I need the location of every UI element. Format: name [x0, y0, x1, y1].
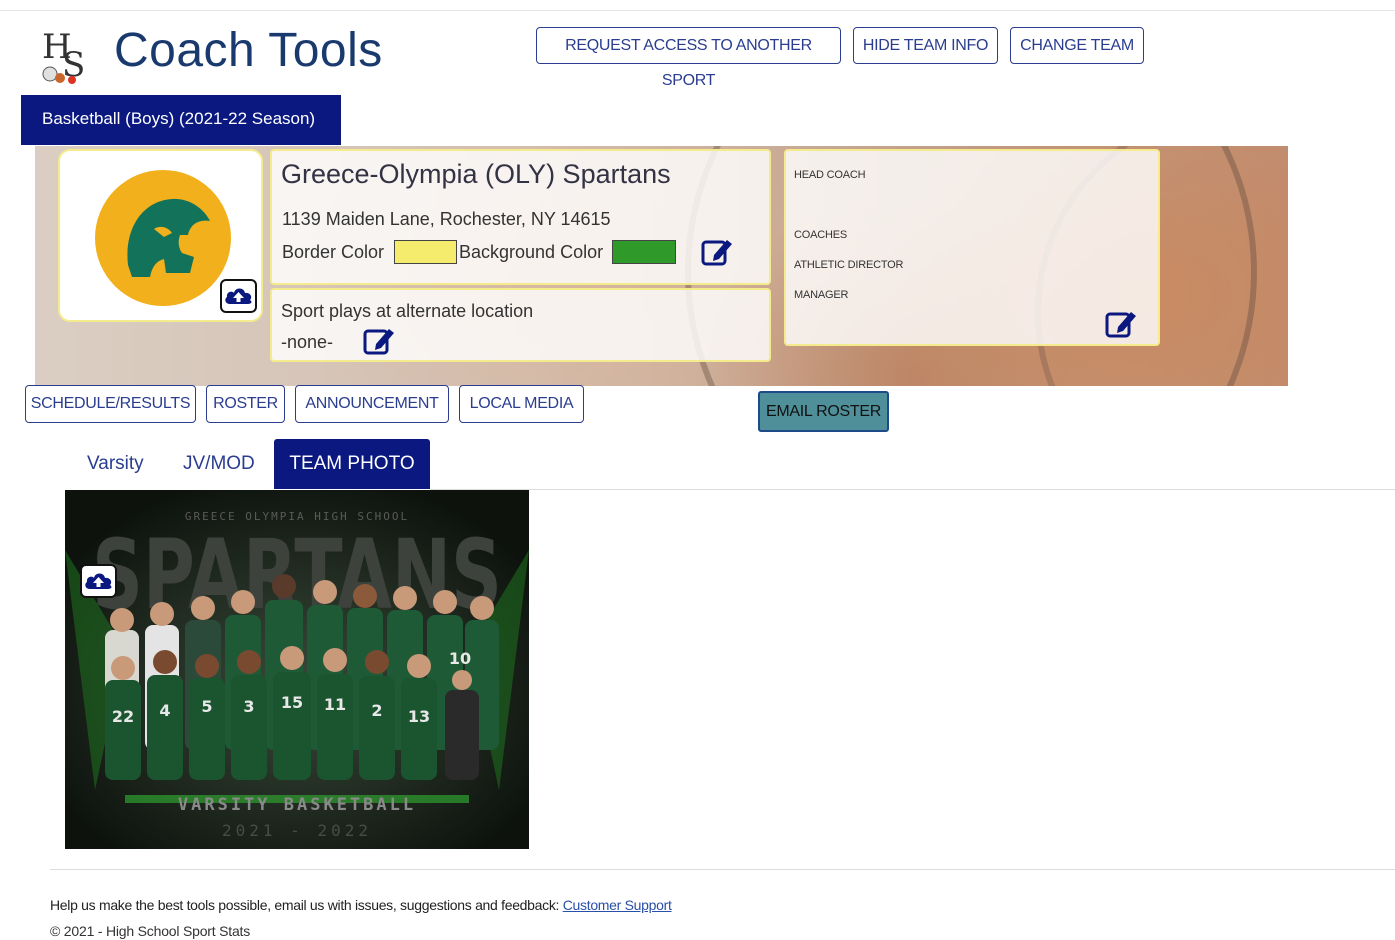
- photo-years: 2021 - 2022: [222, 821, 372, 840]
- app-title: Coach Tools: [114, 24, 383, 77]
- coaches-label: COACHES: [794, 229, 847, 241]
- tab-divider: [430, 489, 1395, 490]
- tab-jv-mod[interactable]: JV/MOD: [183, 439, 255, 489]
- email-roster-button[interactable]: EMAIL ROSTER: [758, 391, 889, 432]
- background-color-label: Background Color: [459, 242, 604, 262]
- team-colors-row: Border Color Background Color: [282, 240, 762, 266]
- tab-team-photo[interactable]: TEAM PHOTO: [274, 439, 430, 489]
- team-photo-graphic: GREECE OLYMPIA HIGH SCHOOL SPARTANS 22 4…: [65, 490, 529, 849]
- customer-support-link[interactable]: Customer Support: [563, 897, 672, 913]
- alternate-location-card: Sport plays at alternate location -none-: [270, 288, 771, 362]
- season-tab[interactable]: Basketball (Boys) (2021-22 Season): [21, 95, 341, 145]
- jersey-number: 22: [112, 707, 134, 726]
- team-name: Greece-Olympia (OLY) Spartans: [281, 159, 671, 189]
- edit-icon[interactable]: [700, 235, 734, 267]
- edit-icon[interactable]: [1104, 307, 1138, 339]
- hss-logo-icon: H S: [42, 27, 85, 84]
- alternate-location-value: -none-: [281, 332, 334, 352]
- jersey-number: 2: [371, 701, 382, 720]
- border-color-label: Border Color: [282, 242, 385, 262]
- jersey-number: 5: [201, 697, 212, 716]
- spartan-helmet-icon: [95, 170, 231, 306]
- staff-card: HEAD COACH COACHES ATHLETIC DIRECTOR MAN…: [784, 149, 1160, 346]
- footer-divider: [50, 869, 1395, 870]
- jersey-number: 4: [159, 701, 170, 720]
- logo-upload-button[interactable]: [220, 279, 257, 313]
- schedule-results-button[interactable]: SCHEDULE/RESULTS: [25, 385, 196, 423]
- jersey-number: 10: [449, 649, 471, 668]
- local-media-button[interactable]: LOCAL MEDIA: [459, 385, 584, 423]
- footer-message: Help us make the best tools possible, em…: [50, 897, 560, 913]
- copyright: © 2021 - High School Sport Stats: [50, 923, 251, 939]
- top-divider: [0, 10, 1395, 11]
- border-color-swatch: [394, 240, 457, 264]
- jersey-number: 3: [243, 697, 254, 716]
- cloud-upload-icon: [225, 288, 252, 304]
- jersey-number: 15: [281, 693, 303, 712]
- alternate-location-label: Sport plays at alternate location: [281, 301, 534, 321]
- jersey-number: 11: [324, 695, 346, 714]
- announcement-button[interactable]: ANNOUNCEMENT: [295, 385, 449, 423]
- roster-button[interactable]: ROSTER: [206, 385, 285, 423]
- team-address: 1139 Maiden Lane, Rochester, NY 14615: [282, 209, 611, 229]
- team-info-card: Greece-Olympia (OLY) Spartans 1139 Maide…: [270, 149, 771, 285]
- edit-icon[interactable]: [362, 324, 396, 356]
- tab-varsity[interactable]: Varsity: [87, 439, 144, 489]
- photo-upload-button[interactable]: [80, 564, 117, 598]
- background-color-swatch: [612, 240, 676, 264]
- manager-label: MANAGER: [794, 289, 849, 301]
- change-team-button[interactable]: CHANGE TEAM: [1010, 27, 1144, 64]
- head-coach-label: HEAD COACH: [794, 169, 866, 181]
- team-photo: GREECE OLYMPIA HIGH SCHOOL SPARTANS 22 4…: [65, 490, 529, 849]
- hide-team-info-button[interactable]: HIDE TEAM INFO: [853, 27, 998, 64]
- cloud-upload-icon: [85, 573, 112, 589]
- request-access-button[interactable]: REQUEST ACCESS TO ANOTHER SPORT: [536, 27, 841, 89]
- footer-text: Help us make the best tools possible, em…: [50, 897, 672, 913]
- athletic-director-label: ATHLETIC DIRECTOR: [794, 259, 904, 271]
- photo-caption: VARSITY BASKETBALL: [178, 795, 416, 815]
- jersey-number: 13: [408, 707, 430, 726]
